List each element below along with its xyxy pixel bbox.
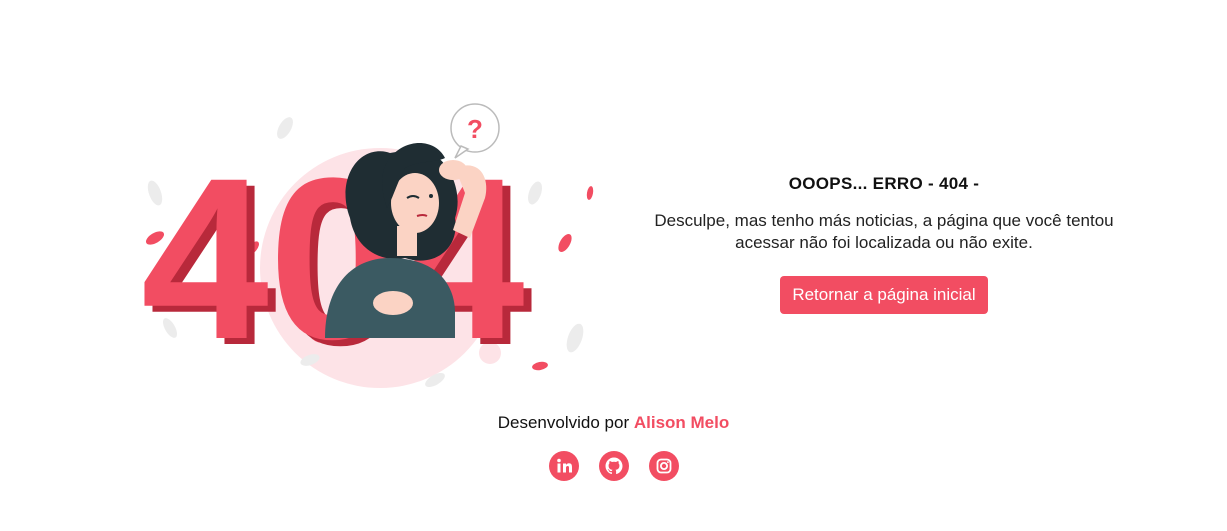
hand [439, 160, 467, 180]
resting-hand [373, 291, 413, 315]
instagram-icon[interactable] [648, 451, 679, 481]
error-content: OOOPS... ERRO - 404 - Desculpe, mas tenh… [650, 172, 1118, 314]
github-icon[interactable] [598, 451, 629, 481]
linkedin-icon[interactable] [548, 451, 579, 481]
author-link[interactable]: Alison Melo [634, 413, 729, 432]
error-title: OOOPS... ERRO - 404 - [788, 174, 980, 193]
question-mark-icon: ? [467, 114, 483, 144]
error-404-page: 404 404 ? OOOPS... ERRO - 404 - Desculpe… [0, 0, 1227, 531]
credit-prefix: Desenvolvido por [497, 413, 630, 432]
footer: Desenvolvido por Alison Melo [0, 411, 1227, 481]
error-message: Desculpe, mas tenho más noticias, a pági… [654, 211, 1114, 252]
return-home-button[interactable]: Retornar a página inicial [780, 276, 988, 314]
mouth [416, 214, 428, 217]
open-eye [429, 194, 433, 198]
social-links [0, 451, 1227, 481]
error-404-illustration: 404 404 ? [141, 103, 594, 388]
developer-credit: Desenvolvido por Alison Melo [0, 411, 1227, 435]
